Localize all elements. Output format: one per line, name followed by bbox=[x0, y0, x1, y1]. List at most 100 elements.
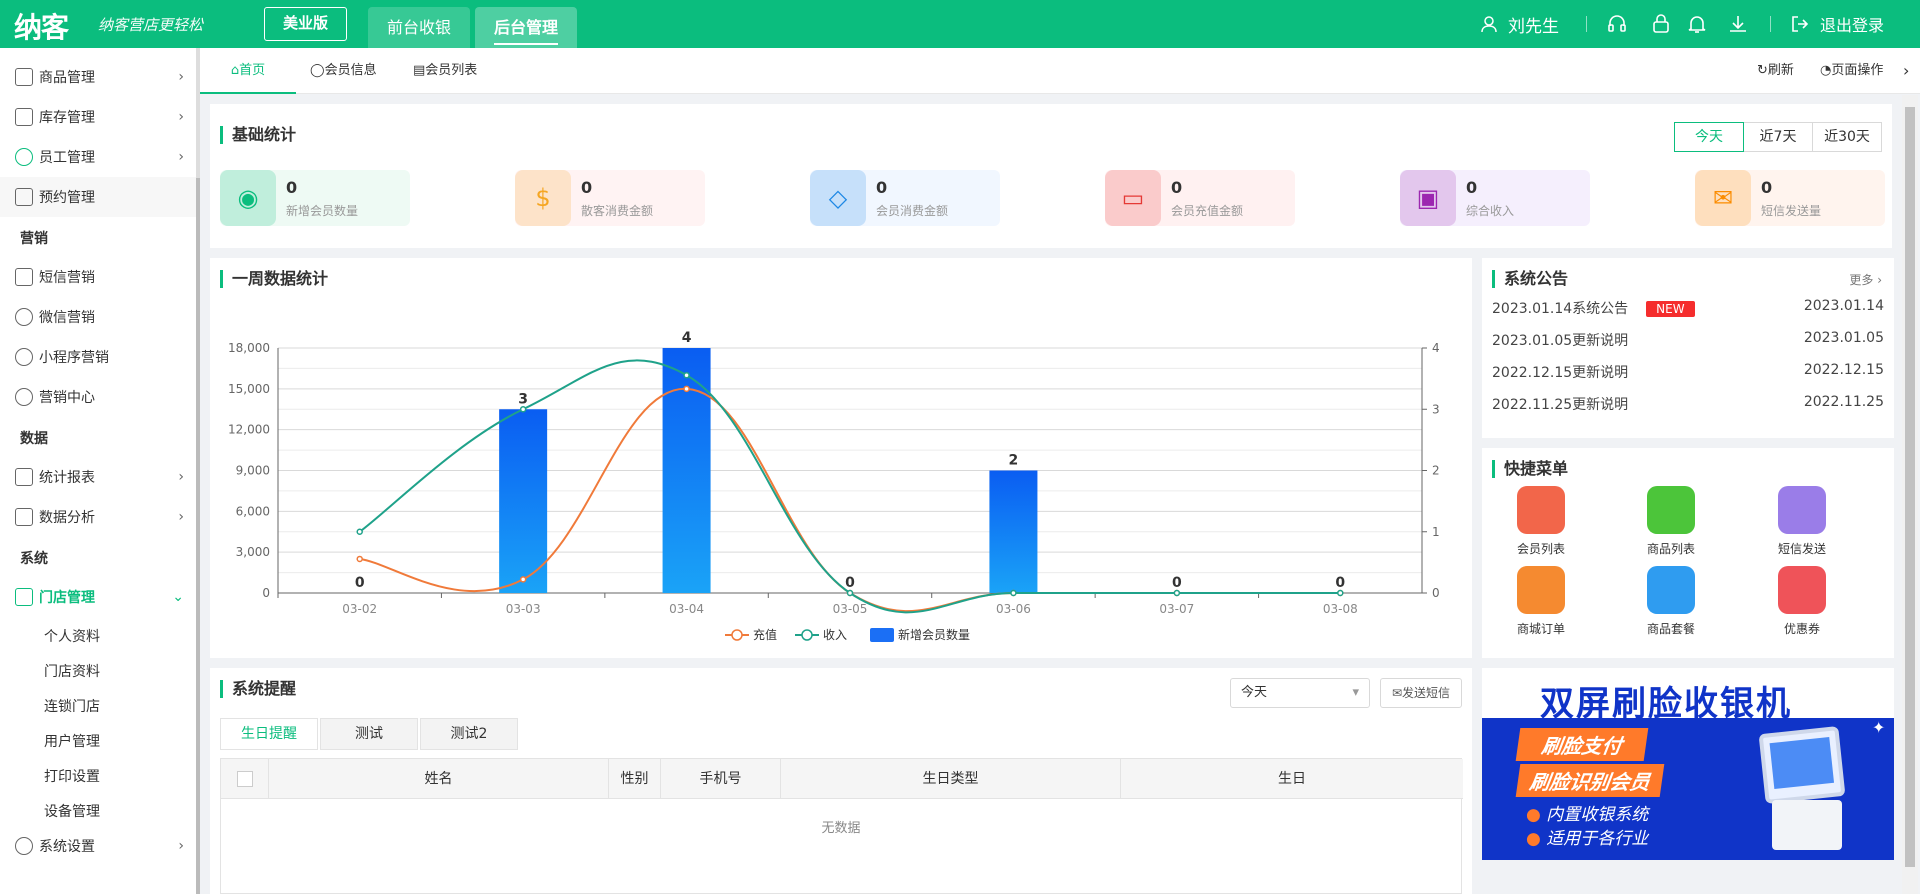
banner-title: 双屏刷脸收银机 bbox=[1540, 684, 1792, 724]
top-bar: 纳客 纳客营店更轻松 美业版 前台收银 后台管理 刘先生 退出登录 bbox=[0, 0, 1920, 48]
user-name[interactable]: 刘先生 bbox=[1508, 12, 1559, 37]
tab-test[interactable]: 测试 bbox=[320, 718, 418, 750]
tab-home[interactable]: ⌂首页 bbox=[200, 48, 296, 94]
legend-marker bbox=[731, 629, 743, 641]
sidebar-subitem-profile[interactable]: 个人资料 bbox=[44, 626, 100, 646]
announce-item[interactable]: 2022.12.15更新说明 2022.12.15 bbox=[1492, 362, 1884, 394]
bar-data-label: 0 bbox=[845, 575, 855, 591]
col-gender: 性别 bbox=[609, 759, 661, 799]
series-point bbox=[846, 589, 854, 597]
table-header: 姓名 性别 手机号 生日类型 生日 bbox=[221, 759, 1463, 799]
more-link[interactable]: 更多 › bbox=[1849, 271, 1882, 288]
sidebar-item-settings[interactable]: 系统设置 › bbox=[0, 826, 196, 866]
quick-product-bundle[interactable]: 商品套餐 bbox=[1626, 566, 1716, 637]
tab-test2[interactable]: 测试2 bbox=[420, 718, 518, 750]
miniprogram-icon bbox=[15, 348, 33, 366]
series-point bbox=[1010, 589, 1017, 597]
sidebar-subitem-users[interactable]: 用户管理 bbox=[44, 731, 100, 751]
series-point bbox=[1337, 589, 1344, 597]
range-today[interactable]: 今天 bbox=[1674, 122, 1744, 152]
mail-icon bbox=[15, 268, 33, 286]
sidebar-item-marketing-center[interactable]: 营销中心 bbox=[0, 377, 196, 417]
sidebar-item-booking[interactable]: 预约管理 bbox=[0, 177, 196, 217]
quick-member-list[interactable]: 会员列表 bbox=[1496, 486, 1586, 557]
coupon-icon bbox=[1778, 566, 1826, 614]
group-label-data: 数据 bbox=[20, 431, 48, 447]
stat-new-member: ◉ 0 新增会员数量 bbox=[220, 170, 410, 226]
tab-member-info[interactable]: ◯会员信息 bbox=[310, 48, 377, 94]
promo-banner[interactable]: 双屏刷脸收银机 刷脸支付 刷脸识别会员 ● 内置收银系统 ● 适用于各行业 ✦ bbox=[1482, 668, 1894, 860]
stat-label: 综合收入 bbox=[1466, 204, 1515, 218]
quick-coupon[interactable]: 优惠券 bbox=[1757, 566, 1847, 637]
x-tick-label: 03-08 bbox=[1323, 602, 1358, 616]
sidebar-item-reports[interactable]: 统计报表 › bbox=[0, 457, 196, 497]
quick-mall-orders[interactable]: 商城订单 bbox=[1496, 566, 1586, 637]
sidebar-subitem-print[interactable]: 打印设置 bbox=[44, 766, 100, 786]
sidebar-item-inventory[interactable]: 库存管理 › bbox=[0, 97, 196, 137]
sidebar-item-store[interactable]: 门店管理 ⌄ bbox=[0, 577, 196, 617]
stat-label: 新增会员数量 bbox=[286, 204, 359, 218]
tab-backend-admin[interactable]: 后台管理 bbox=[475, 7, 577, 48]
divider bbox=[1770, 16, 1771, 32]
tab-birthday-reminder[interactable]: 生日提醒 bbox=[220, 718, 318, 750]
series-point bbox=[683, 371, 690, 379]
y-tick-left: 3,000 bbox=[236, 545, 270, 559]
sidebar-item-sms-marketing[interactable]: 短信营销 bbox=[0, 257, 196, 297]
logout-button[interactable]: 退出登录 bbox=[1790, 0, 1884, 48]
page-ops-icon: ◔ bbox=[1820, 63, 1832, 78]
lock-icon[interactable] bbox=[1652, 0, 1670, 48]
series-point bbox=[356, 528, 363, 535]
range-7days[interactable]: 近7天 bbox=[1743, 122, 1813, 152]
x-tick-label: 03-03 bbox=[506, 602, 541, 616]
bar-data-label: 2 bbox=[1009, 453, 1019, 469]
reminder-title: 系统提醒 bbox=[220, 680, 296, 698]
legend-label: 新增会员数量 bbox=[898, 627, 970, 642]
sidebar-item-wechat-marketing[interactable]: 微信营销 bbox=[0, 297, 196, 337]
sidebar-scrollbar[interactable] bbox=[196, 48, 200, 894]
sidebar-item-analysis[interactable]: 数据分析 › bbox=[0, 497, 196, 537]
chevron-right-icon: › bbox=[178, 509, 184, 525]
edition-badge[interactable]: 美业版 bbox=[264, 7, 347, 41]
x-tick-label: 03-04 bbox=[669, 602, 704, 616]
announce-item[interactable]: 2023.01.14系统公告 NEW 2023.01.14 bbox=[1492, 298, 1884, 330]
send-sms-button[interactable]: ✉发送短信 bbox=[1380, 678, 1462, 708]
tab-member-list[interactable]: ▤会员列表 bbox=[413, 48, 477, 94]
group-label-system: 系统 bbox=[20, 551, 48, 567]
sidebar-item-staff[interactable]: 员工管理 › bbox=[0, 137, 196, 177]
sidebar-subitem-chain-stores[interactable]: 连锁门店 bbox=[44, 696, 100, 716]
select-all-checkbox[interactable] bbox=[236, 771, 253, 787]
quick-sms-send[interactable]: 短信发送 bbox=[1757, 486, 1847, 557]
headset-icon[interactable] bbox=[1607, 0, 1627, 48]
quick-product-list[interactable]: 商品列表 bbox=[1626, 486, 1716, 557]
y-tick-left: 6,000 bbox=[236, 504, 270, 518]
list-icon: ▤ bbox=[413, 63, 426, 78]
sidebar-item-products[interactable]: 商品管理 › bbox=[0, 57, 196, 97]
range-30days[interactable]: 近30天 bbox=[1812, 122, 1882, 152]
refresh-button[interactable]: ↻刷新 bbox=[1757, 48, 1794, 94]
date-select[interactable]: 今天 ▾ bbox=[1230, 678, 1370, 708]
sidebar-subitem-devices[interactable]: 设备管理 bbox=[44, 801, 100, 821]
mall-orders-icon bbox=[1517, 566, 1565, 614]
chevron-down-icon: ▾ bbox=[1352, 685, 1359, 700]
sidebar-subitem-store-info[interactable]: 门店资料 bbox=[44, 661, 100, 681]
monitor-icon bbox=[15, 508, 33, 526]
user-area[interactable]: 刘先生 bbox=[1480, 0, 1559, 48]
page-ops-button[interactable]: ◔页面操作 bbox=[1820, 48, 1883, 94]
y-tick-left: 18,000 bbox=[228, 341, 270, 355]
y-tick-right: 4 bbox=[1432, 341, 1440, 355]
walkin-spend-icon: $ bbox=[515, 170, 571, 226]
tab-front-cashier[interactable]: 前台收银 bbox=[368, 7, 470, 48]
stat-label: 会员消费金额 bbox=[876, 204, 949, 218]
series-point bbox=[683, 385, 690, 393]
bell-icon[interactable] bbox=[1688, 0, 1706, 48]
chevron-right-icon: › bbox=[178, 69, 184, 85]
announce-item[interactable]: 2023.01.05更新说明 2023.01.05 bbox=[1492, 330, 1884, 362]
main-scrollbar[interactable] bbox=[1902, 95, 1918, 894]
announce-item[interactable]: 2022.11.25更新说明 2022.11.25 bbox=[1492, 394, 1884, 426]
stat-label: 会员充值金额 bbox=[1171, 204, 1244, 218]
sidebar-item-miniprogram-marketing[interactable]: 小程序营销 bbox=[0, 337, 196, 377]
download-icon[interactable] bbox=[1728, 0, 1748, 48]
chevron-right-icon[interactable]: › bbox=[1903, 48, 1909, 94]
y-tick-left: 12,000 bbox=[228, 423, 270, 437]
member-recharge-icon: ▭ bbox=[1105, 170, 1161, 226]
